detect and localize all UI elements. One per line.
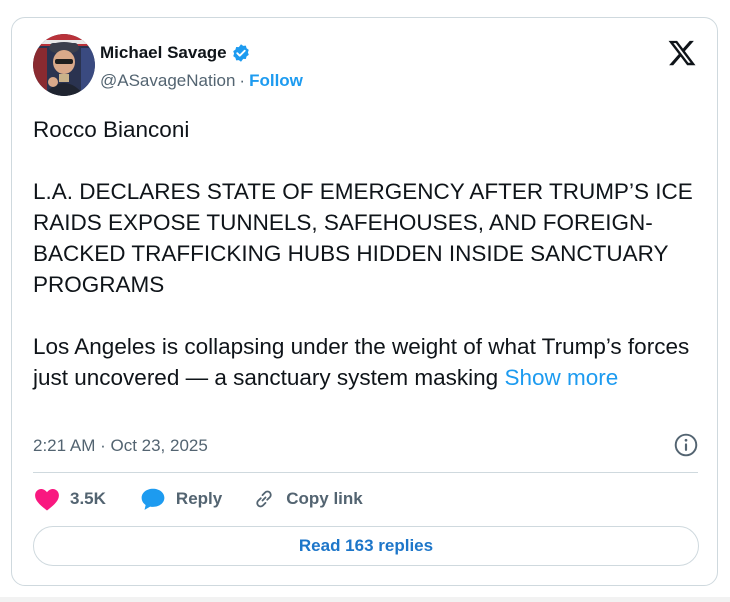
like-count: 3.5K [70,489,106,508]
tweet-card: Michael Savage @ASavageNation · Follow R… [11,17,718,586]
copy-link-button[interactable]: Copy link [252,487,363,511]
link-icon [252,487,276,511]
reply-label: Reply [175,489,223,508]
reply-button[interactable]: Reply [140,487,222,511]
show-more-link[interactable]: Show more [504,365,618,390]
author-handle-row: @ASavageNation · Follow [100,71,303,91]
heart-icon [34,487,60,511]
tweet-body: Rocco Bianconi L.A. DECLARES STATE OF EM… [33,117,693,390]
tweet-text: Rocco Bianconi L.A. DECLARES STATE OF EM… [33,114,703,393]
x-logo-icon[interactable] [667,38,697,68]
follow-button[interactable]: Follow [249,71,303,91]
separator-dot: · [239,71,246,90]
tweet-timestamp[interactable]: 2:21 AM · Oct 23, 2025 [33,436,208,456]
action-bar: 3.5K Reply Copy link [33,484,363,514]
read-replies-button[interactable]: Read 163 replies [33,526,699,566]
author-handle[interactable]: @ASavageNation [100,71,235,91]
author-name-row: Michael Savage [100,43,251,63]
info-icon[interactable] [673,432,699,458]
copy-link-label: Copy link [286,489,363,508]
author-name[interactable]: Michael Savage [100,43,227,63]
like-button[interactable]: 3.5K [34,487,106,511]
page-bottom-strip [0,597,730,602]
verified-badge-icon [231,43,251,63]
avatar[interactable] [33,34,95,96]
speech-bubble-icon [140,487,166,511]
divider [33,472,698,473]
